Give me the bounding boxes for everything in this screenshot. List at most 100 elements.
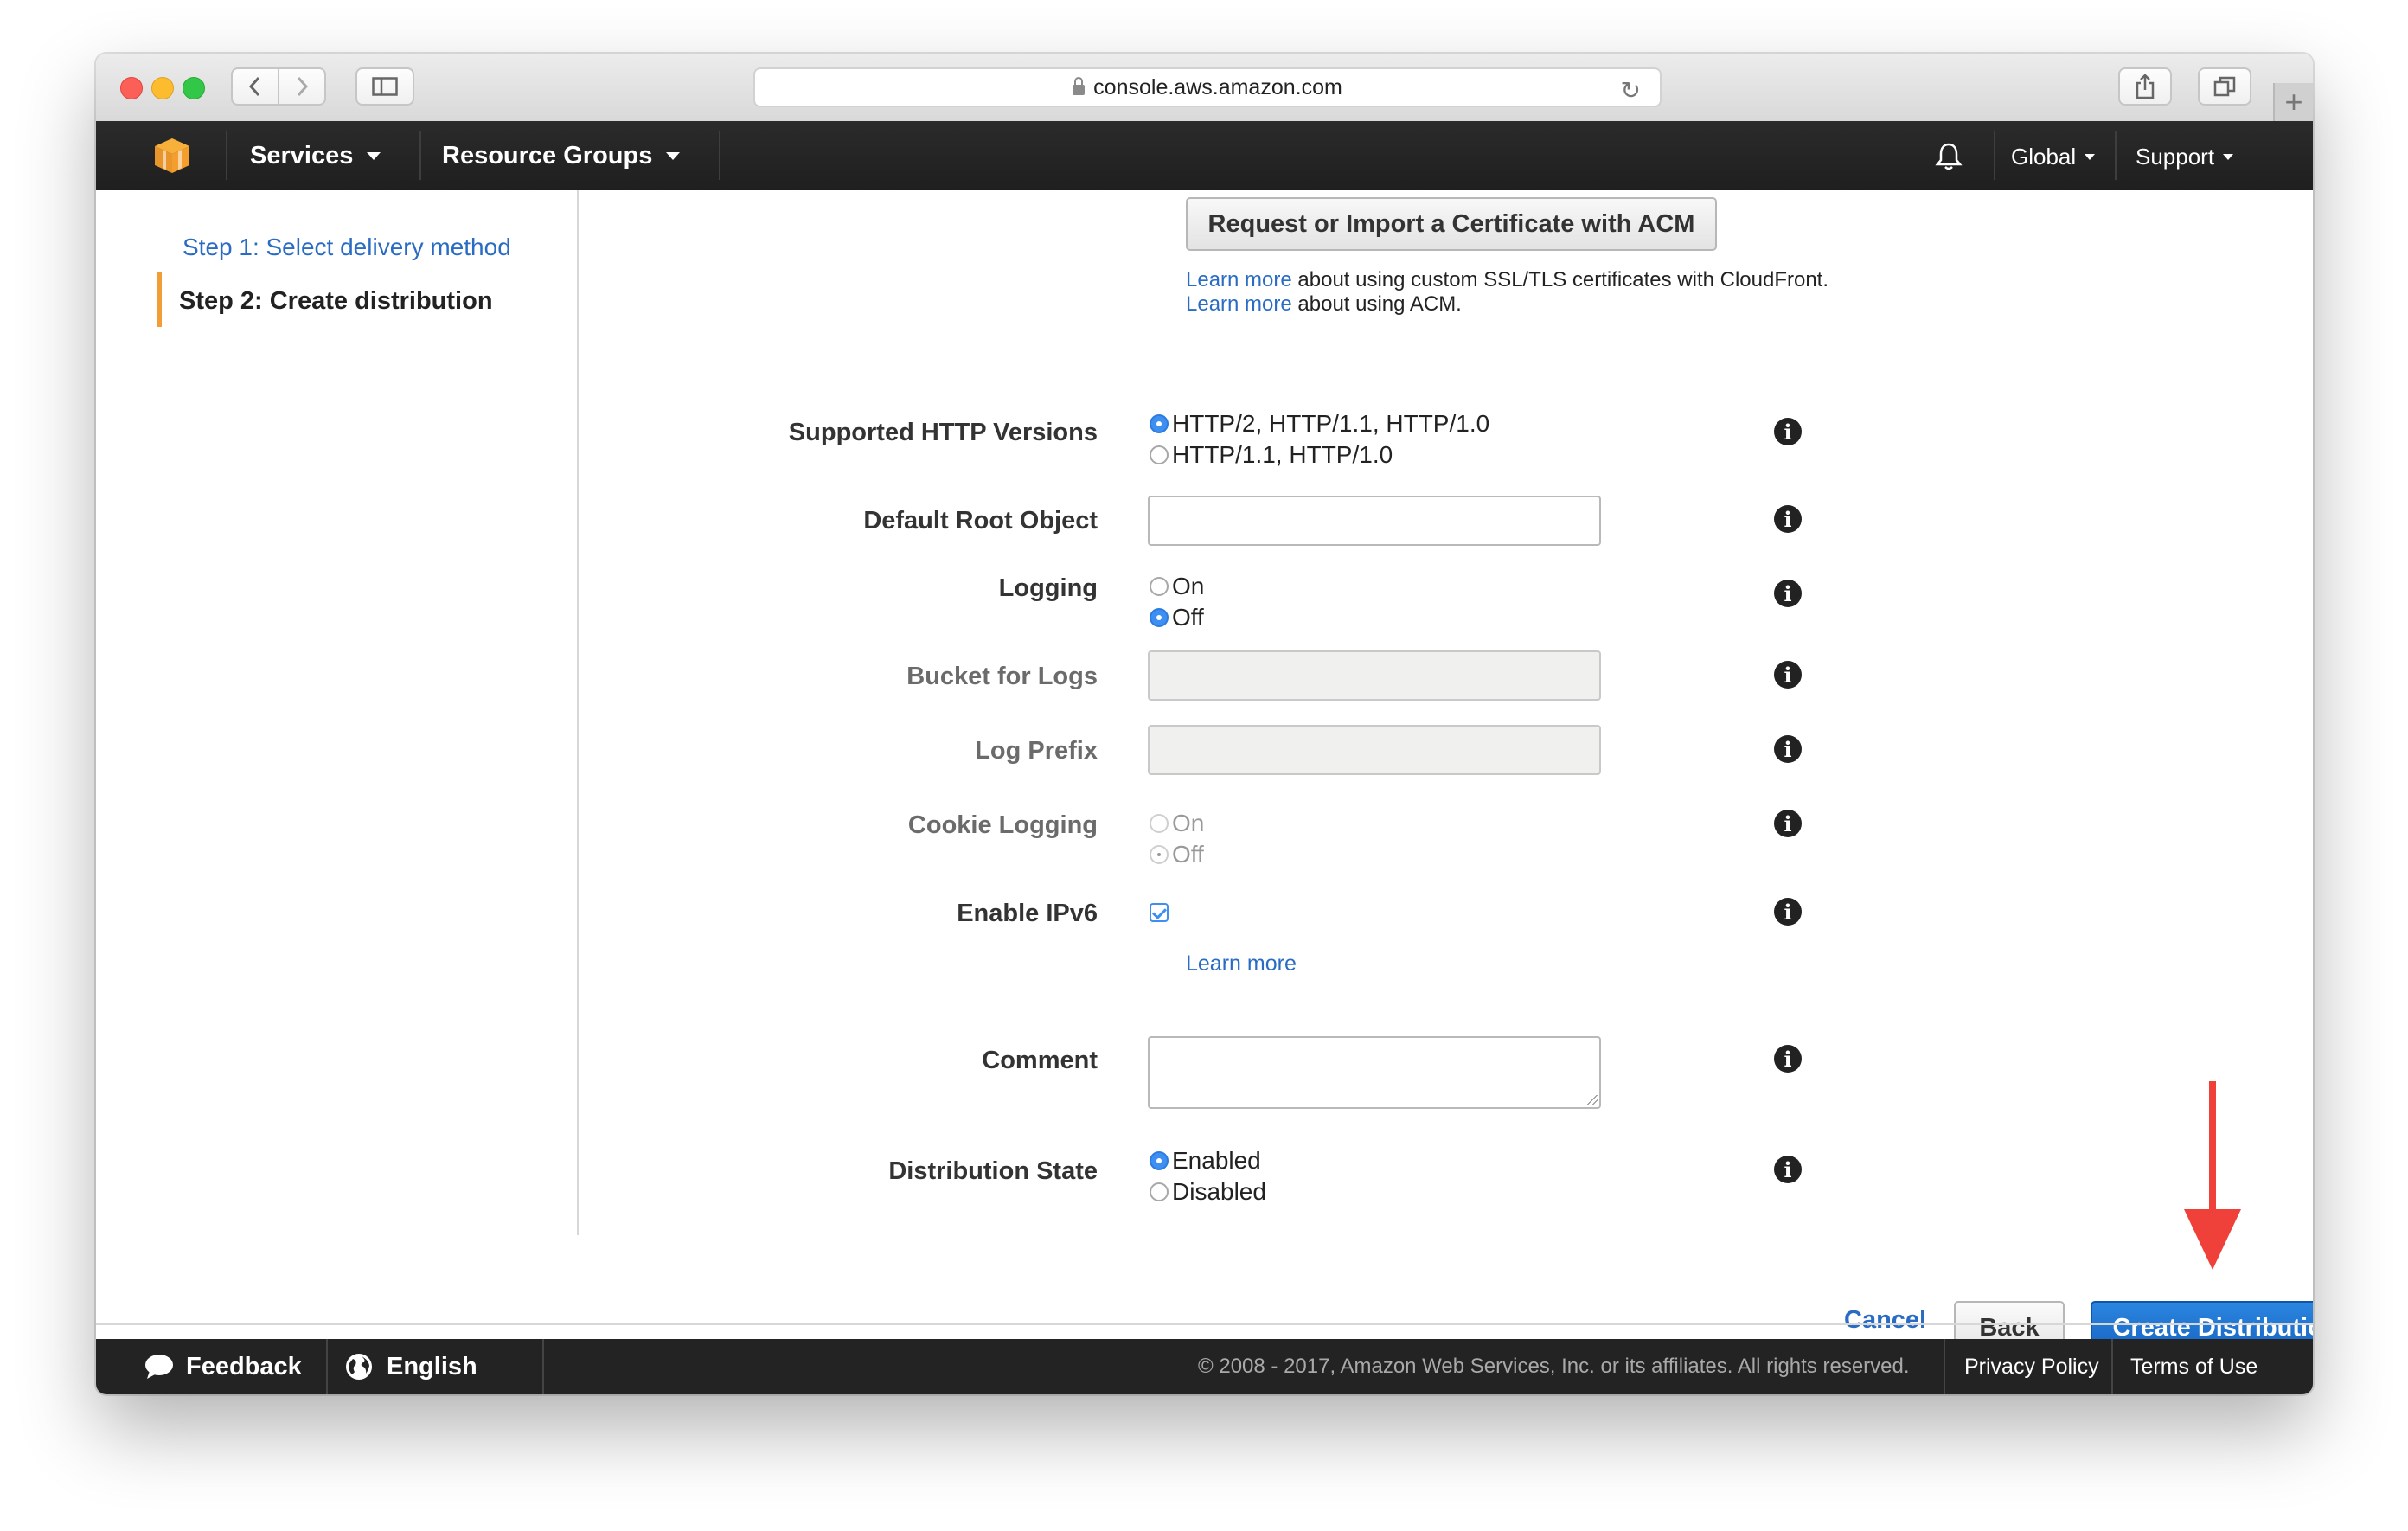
comment-label: Comment	[982, 1047, 1098, 1074]
zoom-window-button[interactable]	[183, 77, 205, 99]
nav-separator	[419, 131, 421, 180]
info-icon[interactable]: i	[1774, 1045, 1802, 1073]
comment-textarea[interactable]	[1148, 1036, 1601, 1109]
radio-label: Disabled	[1172, 1178, 1266, 1205]
active-step-indicator	[157, 272, 162, 327]
acm-note-text: about using ACM.	[1291, 292, 1462, 316]
chevron-left-icon	[248, 76, 260, 97]
radio-unselected[interactable]	[1150, 445, 1169, 464]
request-certificate-button[interactable]: Request or Import a Certificate with ACM	[1186, 197, 1717, 251]
info-icon[interactable]: i	[1774, 418, 1802, 445]
tabs-overview-button[interactable]	[2198, 67, 2251, 106]
aws-navbar: Services Resource Groups Global Support	[96, 121, 2313, 190]
ipv6-learn-more-link[interactable]: Learn more	[1186, 951, 1297, 977]
nav-separator	[1994, 131, 1995, 180]
radio-selected[interactable]	[1150, 608, 1169, 627]
acm-learn-more-link[interactable]: Learn more	[1186, 292, 1292, 316]
log-prefix-label: Log Prefix	[975, 737, 1098, 765]
language-selector[interactable]: English	[345, 1339, 477, 1394]
share-button[interactable]	[2118, 67, 2172, 106]
distribution-state-disabled[interactable]: Disabled	[1150, 1178, 1266, 1206]
http-versions-option-1[interactable]: HTTP/2, HTTP/1.1, HTTP/1.0	[1150, 410, 1489, 438]
default-root-object-input[interactable]	[1148, 496, 1601, 546]
footer-separator	[1944, 1339, 1945, 1394]
radio-selected[interactable]	[1150, 1151, 1169, 1170]
bucket-for-logs-label: Bucket for Logs	[906, 663, 1098, 690]
log-prefix-input[interactable]	[1148, 725, 1601, 775]
close-window-button[interactable]	[120, 77, 143, 99]
radio-disabled[interactable]	[1150, 814, 1169, 833]
share-icon	[2136, 74, 2155, 99]
radio-label: Off	[1172, 841, 1204, 868]
info-icon[interactable]: i	[1774, 735, 1802, 763]
radio-unselected[interactable]	[1150, 1182, 1169, 1201]
console-footer: Feedback English © 2008 - 2017, Amazon W…	[96, 1339, 2313, 1394]
ssl-note-text: about using custom SSL/TLS certificates …	[1291, 268, 1829, 291]
distribution-state-enabled[interactable]: Enabled	[1150, 1147, 1261, 1175]
reload-icon[interactable]: ↻	[1621, 76, 1641, 105]
info-icon[interactable]: i	[1774, 505, 1802, 533]
browser-window: console.aws.amazon.com ↻ + Services Reso…	[96, 54, 2313, 1394]
content-divider	[96, 1323, 2313, 1325]
support-menu[interactable]: Support	[2136, 144, 2234, 170]
enable-ipv6-checkbox[interactable]	[1150, 903, 1169, 922]
chevron-right-icon	[297, 76, 309, 97]
services-menu[interactable]: Services	[250, 142, 381, 170]
info-icon[interactable]: i	[1774, 661, 1802, 689]
new-tab-button[interactable]: +	[2273, 83, 2313, 121]
chevron-down-icon	[666, 152, 681, 160]
info-icon[interactable]: i	[1774, 898, 1802, 926]
feedback-label: Feedback	[186, 1352, 302, 1380]
default-root-object-label: Default Root Object	[863, 507, 1098, 535]
footer-separator	[326, 1339, 328, 1394]
feedback-button[interactable]: Feedback	[144, 1339, 302, 1394]
logging-option-on[interactable]: On	[1150, 573, 1204, 600]
step-1-link[interactable]: Step 1: Select delivery method	[183, 234, 511, 261]
resource-groups-menu[interactable]: Resource Groups	[442, 142, 681, 170]
chevron-down-icon	[2085, 154, 2096, 160]
sidebar-icon	[372, 77, 398, 96]
logging-option-off[interactable]: Off	[1150, 604, 1204, 631]
nav-separator	[719, 131, 720, 180]
support-label: Support	[2136, 144, 2215, 170]
language-label: English	[387, 1352, 477, 1380]
chevron-down-icon	[367, 152, 381, 160]
sidebar-toggle-button[interactable]	[355, 67, 414, 106]
cookie-logging-option-on[interactable]: On	[1150, 810, 1204, 837]
annotation-arrow-shaft	[2209, 1081, 2216, 1211]
back-nav-button[interactable]	[231, 67, 279, 106]
aws-cube-logo-icon[interactable]	[153, 137, 191, 175]
acm-learn-more-note: Learn more about using ACM.	[1186, 292, 1462, 317]
minimize-window-button[interactable]	[151, 77, 174, 99]
radio-selected[interactable]	[1150, 414, 1169, 433]
info-icon[interactable]: i	[1774, 1156, 1802, 1183]
address-bar[interactable]: console.aws.amazon.com ↻	[753, 67, 1662, 107]
radio-unselected[interactable]	[1150, 577, 1169, 596]
radio-label: HTTP/1.1, HTTP/1.0	[1172, 441, 1393, 468]
resize-handle[interactable]	[1587, 1095, 1598, 1105]
info-icon[interactable]: i	[1774, 580, 1802, 607]
distribution-state-label: Distribution State	[888, 1157, 1098, 1185]
copyright-text: © 2008 - 2017, Amazon Web Services, Inc.…	[1198, 1355, 1910, 1378]
cookie-logging-label: Cookie Logging	[907, 811, 1098, 839]
radio-label: HTTP/2, HTTP/1.1, HTTP/1.0	[1172, 410, 1490, 437]
privacy-policy-link[interactable]: Privacy Policy	[1964, 1339, 2099, 1394]
cancel-button[interactable]: Cancel	[1844, 1306, 1926, 1335]
http-versions-option-2[interactable]: HTTP/1.1, HTTP/1.0	[1150, 441, 1393, 469]
bell-icon[interactable]	[1935, 142, 1963, 171]
terms-of-use-link[interactable]: Terms of Use	[2130, 1339, 2258, 1394]
region-menu[interactable]: Global	[2011, 144, 2096, 170]
ssl-learn-more-link[interactable]: Learn more	[1186, 268, 1292, 291]
radio-label: On	[1172, 810, 1205, 836]
footer-separator	[542, 1339, 544, 1394]
info-icon[interactable]: i	[1774, 810, 1802, 837]
forward-nav-button[interactable]	[278, 67, 326, 106]
ssl-learn-more-note: Learn more about using custom SSL/TLS ce…	[1186, 268, 1828, 292]
cookie-logging-option-off[interactable]: Off	[1150, 841, 1204, 868]
radio-disabled-selected[interactable]	[1150, 845, 1169, 864]
footer-separator	[2111, 1339, 2113, 1394]
globe-icon	[346, 1354, 372, 1380]
radio-label: On	[1172, 573, 1205, 599]
wizard-steps-sidebar: Step 1: Select delivery method Step 2: C…	[96, 190, 579, 1235]
bucket-for-logs-input[interactable]	[1148, 650, 1601, 701]
